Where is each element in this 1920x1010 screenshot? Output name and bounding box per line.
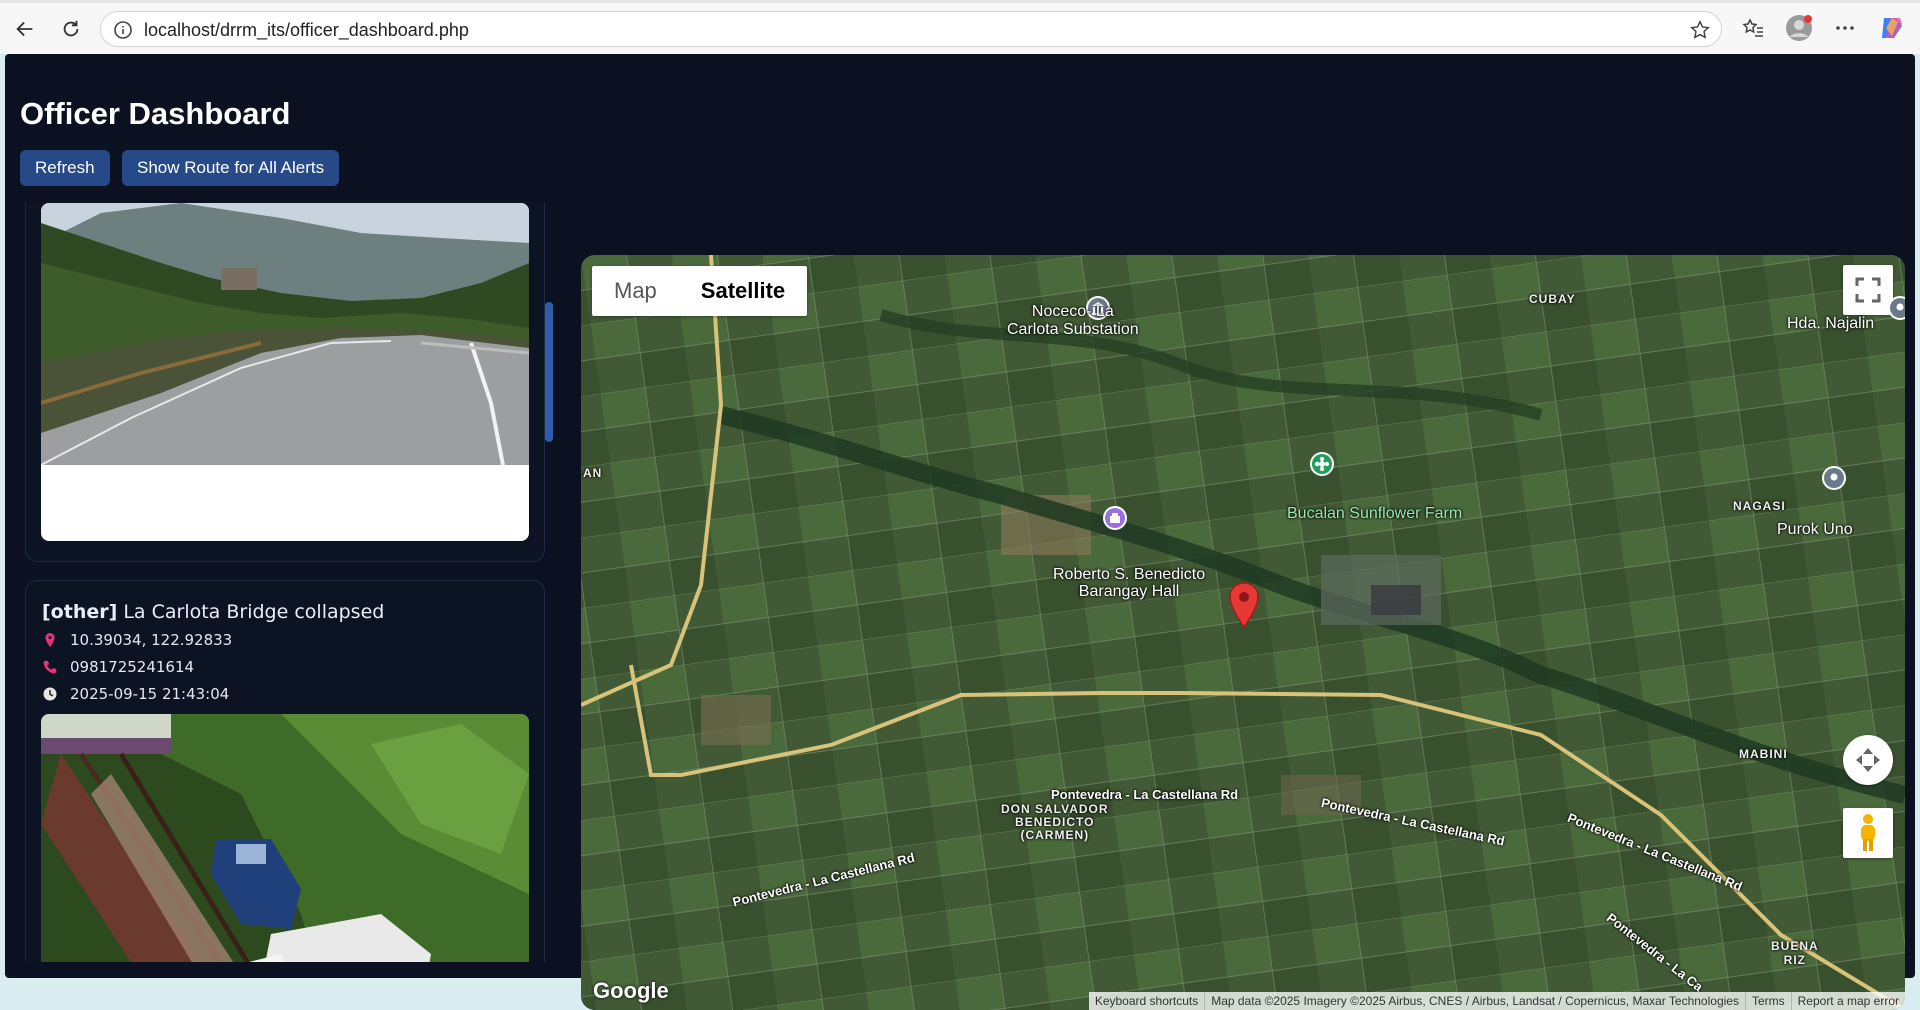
alert-timestamp: 2025-09-15 21:43:04 (70, 685, 230, 703)
fullscreen-button[interactable] (1843, 265, 1893, 315)
camera-move-icon (1856, 748, 1880, 772)
phone-icon (43, 660, 57, 674)
reload-icon (63, 20, 79, 37)
back-arrow-icon (16, 21, 33, 37)
location-pin-icon (45, 633, 55, 647)
alert-title: [other] La Carlota Bridge collapsed (42, 601, 384, 623)
more-dots-icon (1836, 26, 1854, 30)
page-title: Officer Dashboard (20, 96, 291, 131)
map-type-map-option[interactable]: Map (592, 266, 679, 316)
alerts-list[interactable]: [other] La Carlota Bridge collapsed 10.3… (20, 202, 546, 962)
show-route-button[interactable]: Show Route for All Alerts (122, 150, 340, 186)
flower-poi-icon[interactable] (1309, 451, 1335, 481)
map-data-attribution: Map data ©2025 Imagery ©2025 Airbus, CNE… (1204, 992, 1745, 1010)
map-label-road: Pontevedra - La Castellana Rd (1051, 787, 1239, 802)
place-poi-icon[interactable] (1821, 465, 1847, 495)
street-view-pegman[interactable] (1843, 808, 1893, 858)
favorite-star-icon[interactable] (1689, 19, 1711, 41)
map-label-hda: Hda. Najalin (1787, 315, 1875, 332)
tab-strip-edge (0, 0, 1920, 3)
map-attribution: Keyboard shortcuts Map data ©2025 Imager… (1088, 992, 1905, 1010)
map-type-satellite-option[interactable]: Satellite (678, 266, 808, 316)
copilot-icon (1882, 18, 1902, 38)
collapsed-bridge-image (41, 714, 529, 962)
map-label-don-salvador: DON SALVADOR BENEDICTO (CARMEN) (1001, 802, 1109, 842)
google-logo: Google (593, 978, 669, 1003)
map-type-toggle[interactable]: Map Satellite (592, 266, 808, 316)
favorites-list-icon (1742, 18, 1763, 37)
map-label-buena: BUENA RIZ (1771, 939, 1819, 967)
alert-title-text: La Carlota Bridge collapsed (123, 601, 385, 623)
alert-time-row: 2025-09-15 21:43:04 (42, 685, 229, 703)
copilot-button[interactable] (1878, 14, 1906, 42)
alert-phone: 0981725241614 (70, 658, 195, 676)
alert-card: [other] La Carlota Bridge collapsed 10.3… (25, 580, 545, 962)
map-view[interactable]: Map Satellite Noceco- La Carlota Substat… (581, 255, 1905, 1010)
pegman-icon (1861, 814, 1875, 851)
camera-control-button[interactable] (1843, 735, 1893, 785)
alert-photo-road (41, 203, 529, 541)
map-label-an: AN (583, 466, 603, 480)
place-poi-icon[interactable] (1887, 295, 1905, 325)
map-label-cubay: CUBAY (1529, 292, 1576, 306)
avatar-icon (1786, 15, 1812, 41)
back-button[interactable] (8, 12, 42, 46)
browser-toolbar: localhost/drrm_its/officer_dashboard.php (0, 0, 1920, 54)
road-photo-image (41, 203, 529, 466)
report-map-error-link[interactable]: Report a map error (1790, 992, 1905, 1010)
map-label-nagasi: NAGASI (1733, 499, 1786, 513)
alert-type: [other] (42, 601, 118, 623)
fullscreen-icon (1855, 277, 1881, 303)
dashboard-page: Officer Dashboard Refresh Show Route for… (5, 54, 1915, 1010)
keyboard-shortcuts-link[interactable]: Keyboard shortcuts (1089, 992, 1204, 1010)
alert-location-marker[interactable] (1227, 581, 1261, 629)
alerts-scrollbar[interactable] (545, 302, 553, 442)
map-label-farm: Bucalan Sunflower Farm (1287, 505, 1463, 522)
map-label-hall: Roberto S. Benedicto Barangay Hall (1053, 566, 1206, 600)
hall-poi-icon[interactable] (1102, 505, 1128, 535)
map-label-substation: Noceco- La Carlota Substation (1007, 303, 1139, 338)
alert-coordinates: 10.39034, 122.92833 (70, 631, 233, 649)
address-bar[interactable]: localhost/drrm_its/officer_dashboard.php (100, 11, 1722, 47)
site-info-icon[interactable] (113, 20, 133, 40)
alert-phone-row: 0981725241614 (42, 658, 194, 676)
alert-photo-bridge (41, 714, 529, 962)
reload-button[interactable] (54, 12, 88, 46)
alert-location-row: 10.39034, 122.92833 (42, 631, 232, 649)
clock-icon (43, 687, 57, 701)
profile-button[interactable] (1785, 14, 1813, 42)
refresh-button[interactable]: Refresh (20, 150, 110, 186)
map-label-mabini: MABINI (1739, 747, 1788, 761)
url-text: localhost/drrm_its/officer_dashboard.php (144, 20, 469, 40)
alert-card (25, 202, 545, 562)
terms-link[interactable]: Terms (1744, 992, 1791, 1010)
map-label-purok: Purok Uno (1777, 521, 1853, 538)
settings-more-button[interactable] (1831, 14, 1859, 42)
favorites-button[interactable] (1739, 14, 1767, 42)
